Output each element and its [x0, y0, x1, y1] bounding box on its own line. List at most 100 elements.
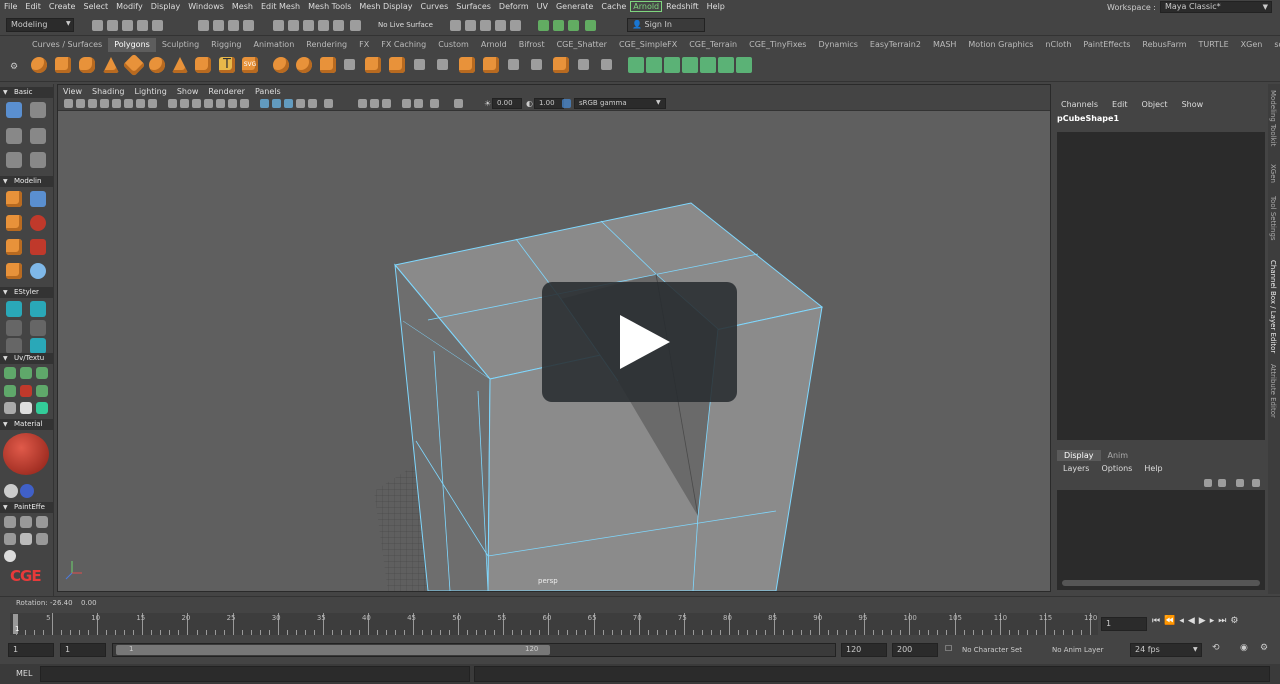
menu-deform[interactable]: Deform	[495, 2, 533, 11]
side-tab-xgen[interactable]: XGen	[1269, 164, 1277, 183]
shelf-tab-ncloth[interactable]: nCloth	[1039, 38, 1077, 52]
menu-display[interactable]: Display	[147, 2, 185, 11]
range-slider-handle[interactable]	[116, 645, 550, 655]
menu-modify[interactable]: Modify	[112, 2, 147, 11]
extrude-icon[interactable]	[365, 57, 381, 73]
move-tool-icon[interactable]	[6, 128, 22, 144]
shelf-tab-rendering[interactable]: Rendering	[300, 38, 353, 52]
toolbox-section-uv-texture[interactable]: Uv/Textu	[0, 353, 54, 364]
layer-list[interactable]	[1057, 490, 1265, 590]
loop-icon[interactable]: ⟲	[1212, 643, 1220, 653]
ipr-render-icon[interactable]	[480, 20, 491, 31]
uv-1-icon[interactable]	[4, 367, 16, 379]
poly-text-icon[interactable]: T	[219, 57, 235, 73]
lights-icon[interactable]	[272, 99, 281, 108]
shelf-tab-painteffects[interactable]: PaintEffects	[1077, 38, 1136, 52]
menu-cache[interactable]: Cache	[597, 2, 630, 11]
play-backward-icon[interactable]: ◀	[1188, 616, 1195, 626]
open-scene-icon[interactable]	[107, 20, 118, 31]
layer-menu-help[interactable]: Help	[1138, 464, 1168, 473]
multi-cut-icon[interactable]	[437, 59, 448, 70]
paint-4-icon[interactable]	[4, 533, 16, 545]
colorspace-dropdown[interactable]: sRGB gamma	[574, 98, 666, 109]
poly-pipe-icon[interactable]	[195, 57, 211, 73]
animation-start-field[interactable]: 1	[8, 643, 54, 657]
red-cube-icon[interactable]	[30, 239, 46, 255]
gamma-field[interactable]: 1.00	[534, 98, 564, 109]
select-hierarchy-icon[interactable]	[198, 20, 209, 31]
sphere-tool-icon[interactable]	[6, 215, 22, 231]
shelf-tab-fx-caching[interactable]: FX Caching	[375, 38, 432, 52]
safe-title-icon[interactable]	[192, 99, 201, 108]
undo-icon[interactable]	[137, 20, 148, 31]
estyler-6-icon[interactable]	[30, 338, 46, 354]
menu-create[interactable]: Create	[45, 2, 80, 11]
attribute-editor-icon[interactable]	[568, 20, 579, 31]
layer-scrollbar[interactable]	[1062, 580, 1260, 586]
key-settings-icon[interactable]: ⚙	[1230, 616, 1238, 626]
material-ball-icon[interactable]	[3, 433, 49, 475]
shelf-tab-polygons[interactable]: Polygons	[108, 38, 156, 52]
two-sided-lighting-icon[interactable]	[414, 99, 423, 108]
arnold-render-icon[interactable]	[538, 20, 549, 31]
triangulate-icon[interactable]	[578, 59, 589, 70]
cge-tool-1-icon[interactable]	[628, 57, 644, 73]
menu-curves[interactable]: Curves	[416, 2, 452, 11]
viewport-menu-view[interactable]: View	[58, 87, 87, 96]
target-weld-icon[interactable]	[483, 57, 499, 73]
shelf-tab-arnold[interactable]: Arnold	[475, 38, 513, 52]
poly-cube-icon[interactable]	[55, 57, 71, 73]
snap-point-icon[interactable]	[303, 20, 314, 31]
menu-file[interactable]: File	[0, 2, 21, 11]
uv-3-icon[interactable]	[36, 367, 48, 379]
cge-tool-6-icon[interactable]	[718, 57, 734, 73]
gear-icon[interactable]: ⚙	[10, 62, 18, 72]
channel-box-body[interactable]	[1057, 132, 1265, 440]
menu-mesh-tools[interactable]: Mesh Tools	[304, 2, 355, 11]
paint-1-icon[interactable]	[4, 516, 16, 528]
material-gray-icon[interactable]	[4, 484, 18, 498]
fps-dropdown[interactable]: 24 fps	[1130, 643, 1202, 657]
poly-sphere-icon[interactable]	[31, 57, 47, 73]
current-frame-field[interactable]: 1	[1101, 617, 1147, 631]
playback-end-field[interactable]: 120	[841, 643, 887, 657]
command-input[interactable]	[40, 666, 470, 682]
torus-tool-icon[interactable]	[30, 215, 46, 231]
mirror-icon[interactable]	[320, 57, 336, 73]
layer-menu-layers[interactable]: Layers	[1057, 464, 1095, 473]
film-gate-icon[interactable]	[124, 99, 133, 108]
uv-7-icon[interactable]	[4, 402, 16, 414]
estyler-5-icon[interactable]	[6, 338, 22, 354]
render-icon[interactable]	[465, 20, 476, 31]
shelf-tab-turtle[interactable]: TURTLE	[1193, 38, 1235, 52]
viewport-menu-show[interactable]: Show	[172, 87, 204, 96]
mel-label[interactable]: MEL	[16, 669, 32, 678]
new-layer-selected-icon[interactable]	[1252, 479, 1260, 487]
side-tab-modeling-toolkit[interactable]: Modeling Toolkit	[1269, 90, 1277, 146]
xray-icon[interactable]	[358, 99, 367, 108]
animation-end-field[interactable]: 200	[892, 643, 938, 657]
play-button[interactable]	[542, 282, 737, 402]
shelf-tab-bifrost[interactable]: Bifrost	[513, 38, 551, 52]
step-forward-frame-icon[interactable]: ▸	[1210, 616, 1215, 626]
playback-start-field[interactable]: 1	[60, 643, 106, 657]
snap-grid-icon[interactable]	[273, 20, 284, 31]
safe-action-icon[interactable]	[180, 99, 189, 108]
shelf-tab-cge-shatter[interactable]: CGE_Shatter	[551, 38, 613, 52]
select-object-icon[interactable]	[213, 20, 224, 31]
toolbox-section-material[interactable]: Material	[0, 419, 54, 430]
auto-key-icon[interactable]: ◉	[1240, 643, 1248, 653]
insert-edge-loop-icon[interactable]	[508, 59, 519, 70]
viewport-menu-panels[interactable]: Panels	[250, 87, 286, 96]
grid-toggle-icon[interactable]	[112, 99, 121, 108]
menu-select[interactable]: Select	[79, 2, 112, 11]
side-tab-attribute-editor[interactable]: Attribute Editor	[1269, 364, 1277, 418]
merge-icon[interactable]	[459, 57, 475, 73]
menu-redshift[interactable]: Redshift	[662, 2, 702, 11]
smooth-shade-icon[interactable]	[216, 99, 225, 108]
hdr-icon[interactable]	[454, 99, 463, 108]
menu-mesh[interactable]: Mesh	[228, 2, 257, 11]
step-back-key-icon[interactable]: ⏪	[1164, 616, 1175, 626]
bevel-icon[interactable]	[414, 59, 425, 70]
bridge-icon[interactable]	[389, 57, 405, 73]
